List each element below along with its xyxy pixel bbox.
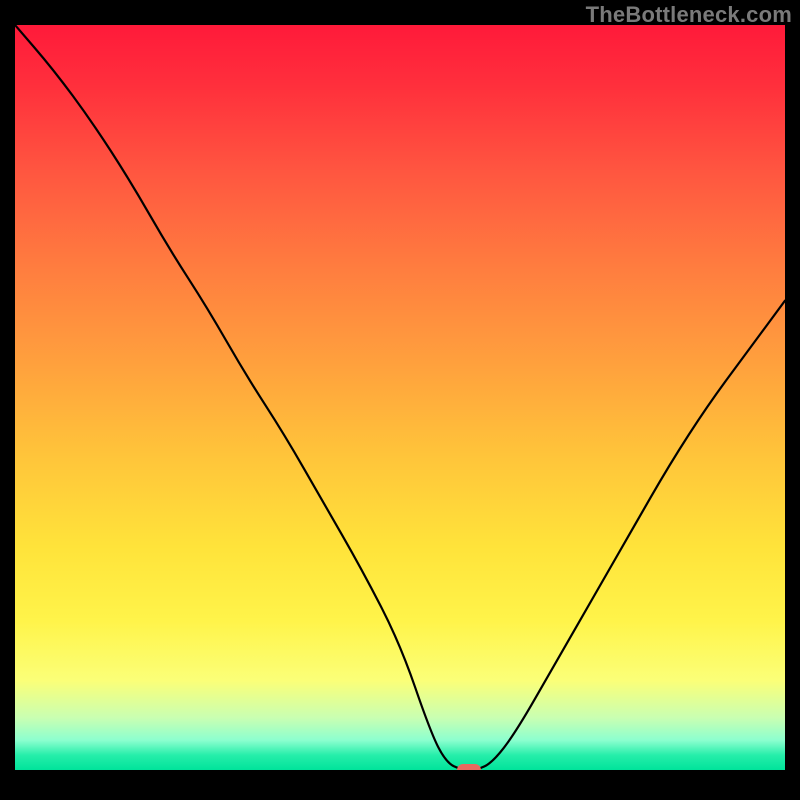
min-marker	[457, 764, 481, 770]
chart-container: TheBottleneck.com	[0, 0, 800, 800]
bottleneck-curve	[15, 25, 785, 770]
watermark-text: TheBottleneck.com	[586, 2, 792, 28]
plot-area	[15, 25, 785, 770]
